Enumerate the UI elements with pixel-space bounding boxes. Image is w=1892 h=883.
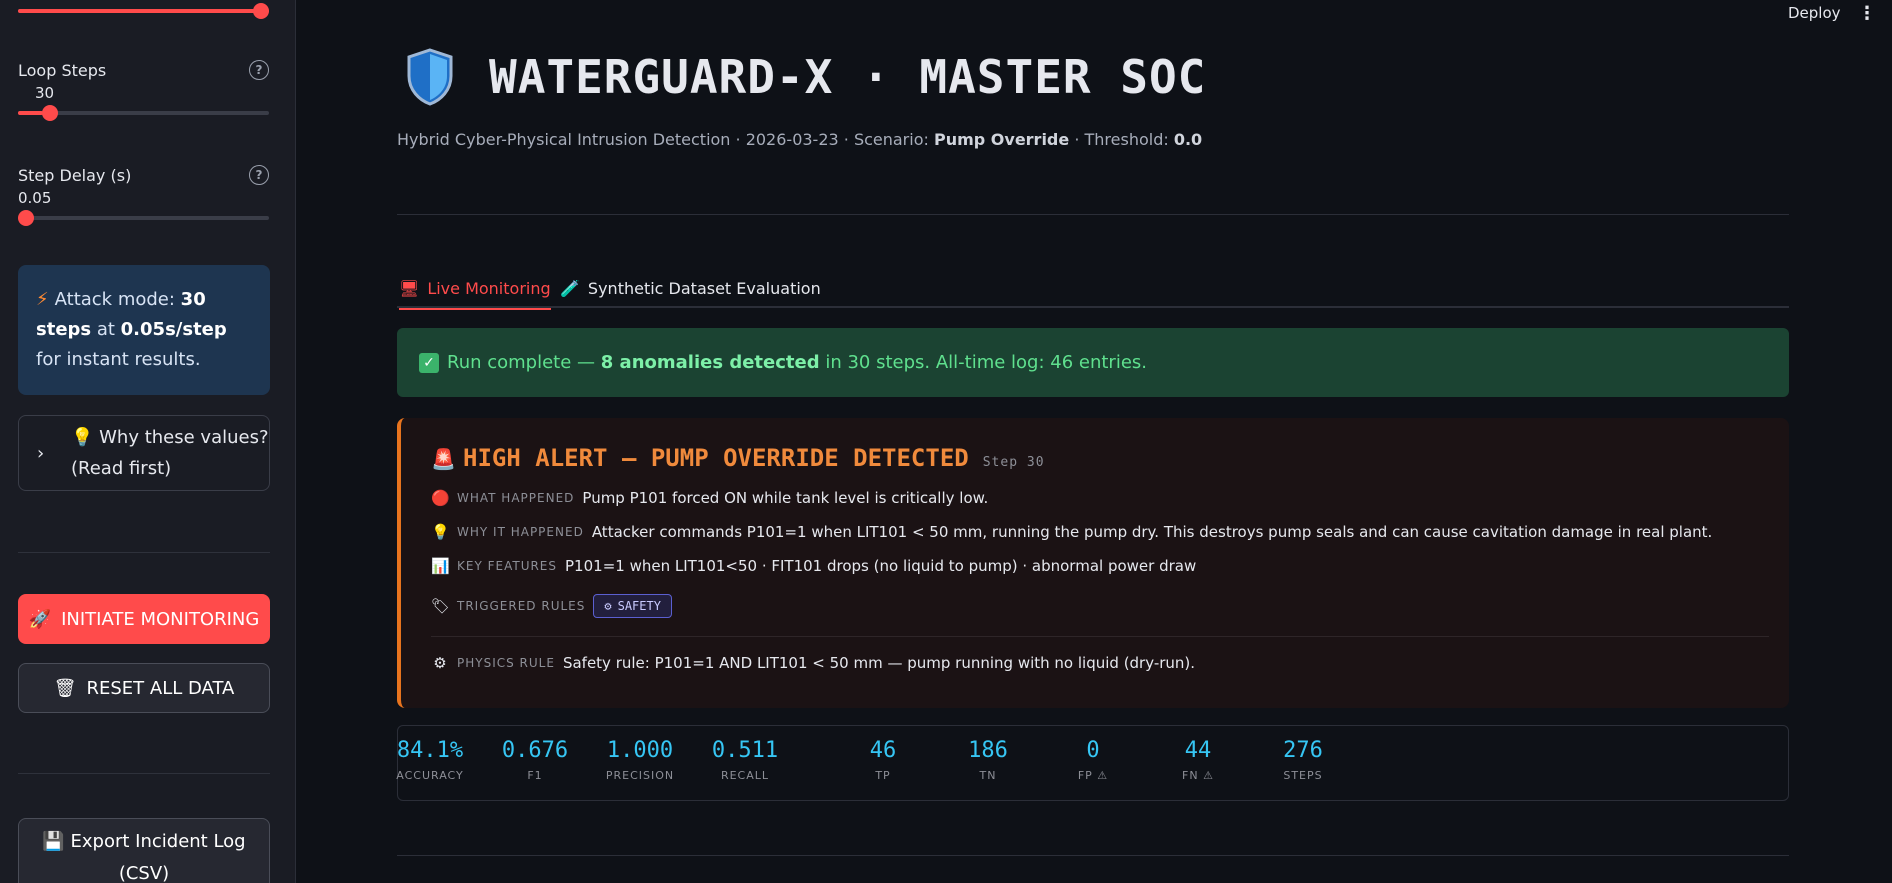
- metric-tp: 46 TP: [869, 738, 897, 782]
- initiate-monitoring-button[interactable]: 🚀 INITIATE MONITORING: [18, 594, 270, 644]
- tag-icon: 🏷: [431, 597, 451, 615]
- help-icon[interactable]: ?: [249, 165, 269, 185]
- slider-thumb[interactable]: [18, 210, 34, 226]
- slider-thumb[interactable]: [41, 105, 58, 121]
- why-values-expander[interactable]: › 💡 Why these values? (Read first): [18, 415, 270, 491]
- alert-physics-row: ⚙ PHYSICS RULE Safety rule: P101=1 AND L…: [431, 651, 1789, 675]
- expander-subtitle: (Read first): [71, 458, 172, 479]
- divider: [397, 855, 1789, 856]
- help-icon[interactable]: ?: [249, 60, 269, 80]
- chevron-right-icon: ›: [37, 442, 45, 464]
- siren-icon: 🚨: [431, 447, 456, 471]
- step-delay-field: Step Delay (s) ? 0.05: [18, 164, 269, 227]
- high-alert-card: 🚨 HIGH ALERT — PUMP OVERRIDE DETECTED St…: [397, 418, 1789, 708]
- alert-step: Step 30: [982, 455, 1045, 470]
- check-icon: ✓: [419, 352, 439, 373]
- deploy-button[interactable]: Deploy: [1788, 4, 1841, 22]
- metric-tn: 186 TN: [968, 738, 1008, 782]
- sidebar: Loop Steps ? 30 Step Delay (s) ? 0.05 ⚡ A…: [0, 0, 296, 883]
- gear-icon: ⚙: [604, 599, 612, 613]
- metric-fp: 0 FP ⚠: [1077, 738, 1109, 782]
- threshold-value: 0.0: [1173, 130, 1203, 149]
- divider: [18, 773, 270, 774]
- monitor-icon: 🖥: [399, 278, 420, 298]
- top-slider[interactable]: [18, 2, 269, 20]
- metric-steps: 276 STEPS: [1283, 738, 1323, 782]
- loop-steps-field: Loop Steps ? 30: [18, 59, 269, 122]
- metric-accuracy: 84.1% ACCURACY: [396, 738, 464, 782]
- tab-bar: 🖥 Live Monitoring 🧪 Synthetic Dataset Ev…: [397, 268, 1789, 310]
- divider: [431, 636, 1769, 637]
- metrics-panel: 84.1% ACCURACY 0.676 F1 1.000 PRECISION …: [396, 725, 1789, 801]
- attack-mode-info: ⚡ Attack mode: 30 steps at 0.05s/step for…: [18, 265, 270, 395]
- shield-icon: [407, 48, 453, 106]
- rocket-icon: 🚀: [28, 608, 52, 630]
- kebab-icon[interactable]: ⋮: [1858, 3, 1876, 24]
- run-complete-banner: ✓ Run complete — 8 anomalies detected in…: [397, 328, 1789, 397]
- loop-steps-label: Loop Steps: [18, 60, 107, 80]
- metric-fn: 44 FN ⚠: [1182, 738, 1214, 782]
- tab-live-monitoring[interactable]: 🖥 Live Monitoring: [399, 268, 551, 310]
- lightbulb-icon: 💡: [431, 523, 450, 541]
- scenario-value: Pump Override: [933, 130, 1070, 149]
- alert-why-row: 💡 WHY IT HAPPENED Attacker commands P101…: [431, 523, 1713, 541]
- reset-all-data-button[interactable]: 🗑 RESET ALL DATA: [18, 663, 270, 713]
- divider: [18, 552, 270, 553]
- top-slider-field: [18, 2, 269, 20]
- step-delay-slider[interactable]: [18, 209, 269, 227]
- page-subtitle: Hybrid Cyber-Physical Intrusion Detectio…: [397, 130, 1203, 149]
- gear-icon: ⚙: [433, 654, 447, 672]
- page-title: WATERGUARD-X · MASTER SOC: [489, 50, 1207, 104]
- loop-steps-slider[interactable]: [18, 104, 269, 122]
- alert-features-row: 📊 KEY FEATURES P101=1 when LIT101<50 · F…: [431, 557, 1197, 575]
- trash-icon: 🗑: [53, 677, 77, 699]
- lightning-icon: ⚡: [36, 289, 49, 310]
- slider-thumb[interactable]: [253, 3, 269, 19]
- step-delay-label: Step Delay (s): [18, 165, 132, 185]
- alert-what-row: 🔴 WHAT HAPPENED Pump P101 forced ON whil…: [431, 489, 989, 507]
- metric-precision: 1.000 PRECISION: [605, 738, 675, 782]
- bar-chart-icon: 📊: [431, 557, 450, 575]
- alert-title: HIGH ALERT — PUMP OVERRIDE DETECTED: [463, 444, 969, 472]
- expander-title: 💡 Why these values?: [71, 427, 269, 448]
- floppy-disk-icon: 💾: [42, 831, 65, 852]
- divider: [397, 214, 1789, 215]
- export-incident-log-button[interactable]: 💾 Export Incident Log (CSV): [18, 818, 270, 883]
- step-delay-value: 0.05: [18, 189, 52, 207]
- metric-recall: 0.511 RECALL: [711, 738, 779, 782]
- tab-synthetic-dataset-evaluation[interactable]: 🧪 Synthetic Dataset Evaluation: [560, 268, 821, 308]
- page-header: WATERGUARD-X · MASTER SOC: [405, 48, 1206, 106]
- rule-tag-safety: ⚙ SAFETY: [593, 594, 672, 618]
- loop-steps-value: 30: [35, 84, 55, 102]
- alert-rules-row: 🏷 TRIGGERED RULES ⚙ SAFETY: [431, 592, 1789, 620]
- red-circle-icon: 🔴: [431, 489, 450, 507]
- metric-f1: 0.676 F1: [501, 738, 569, 782]
- test-tube-icon: 🧪: [560, 278, 580, 298]
